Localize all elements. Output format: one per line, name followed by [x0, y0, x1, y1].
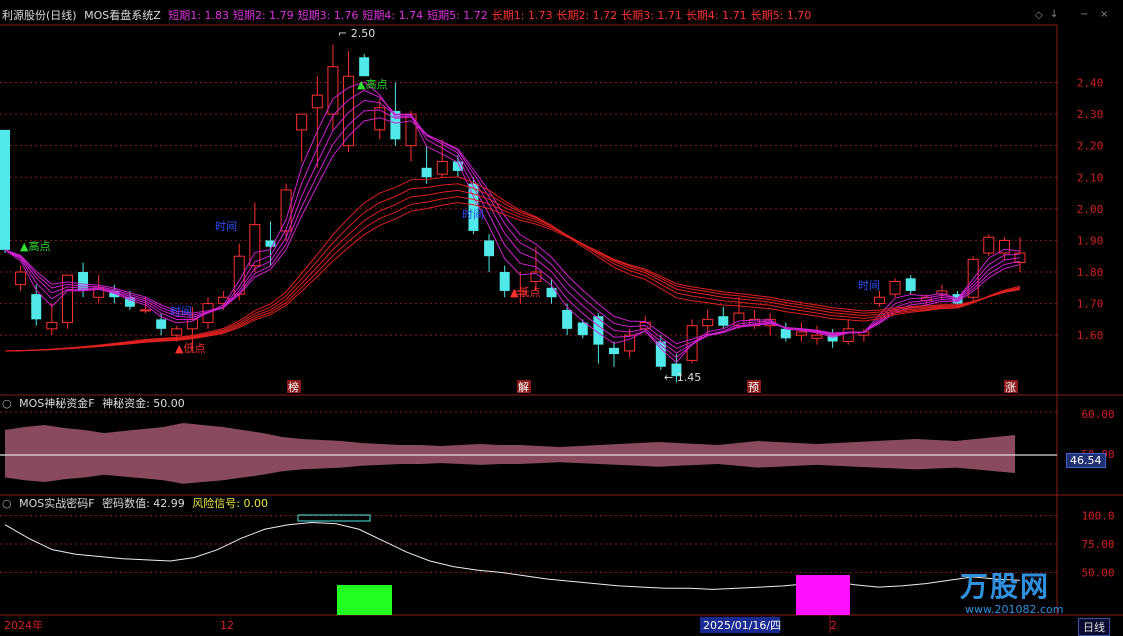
candle-body-1 [15, 271, 27, 286]
panel1-param-3: 短期4: 1.74 [362, 9, 424, 22]
mystery-fund-area [5, 423, 1015, 484]
xaxis-label-1: 12 [220, 619, 234, 632]
candle-body-35 [546, 287, 557, 298]
green-signal-block [337, 585, 392, 615]
low-marker-1: ▲低点 [175, 342, 205, 355]
short-ma-line-4 [4, 117, 1021, 345]
price-tick-1: 2.30 [1077, 108, 1104, 121]
candle-body-0 [0, 129, 10, 250]
time-label-2: 时间 [170, 305, 192, 318]
candle-body-46 [718, 316, 729, 326]
price-tick-4: 2.00 [1077, 203, 1104, 216]
logo-url: www.201082.com [965, 603, 1064, 616]
logo-text: 万股网 [960, 570, 1051, 603]
candle-body-56 [873, 296, 885, 305]
close-icon[interactable]: × [1100, 9, 1108, 20]
low-marker-2: ▲低点 [510, 286, 540, 299]
candle-body-57 [889, 280, 901, 295]
candle-body-9 [140, 309, 152, 312]
panel1-param-5: 长期1: 1.73 [491, 9, 553, 22]
panel1-header: 利源股份(日线) MOS看盘系统Z 短期1: 1.83 短期2: 1.79 短期3:… [2, 9, 819, 23]
panel1-param-9: 长期5: 1.70 [750, 9, 812, 22]
high-marker-1: ▲高点 [20, 239, 50, 253]
chart-canvas: 2.40 2.30 2.20 2.10 2.00 1.90 1.80 1.70 1.60 ⌐ 2.… [0, 24, 1123, 633]
bottom-tag-3: 涨 [1005, 381, 1016, 394]
price-tick-8: 1.60 [1077, 329, 1104, 342]
price-tick-6: 1.80 [1077, 266, 1104, 279]
candle-body-18 [280, 189, 292, 232]
magenta-signal-block [796, 575, 850, 615]
xaxis-current-date: 2025/01/16/四 [703, 619, 781, 632]
time-label-3: 时间 [462, 208, 484, 221]
candle-body-58 [905, 278, 916, 291]
candle-body-20 [311, 94, 323, 109]
panel2-tick-0: 60.00 [1081, 408, 1114, 421]
panel1-param-6: 长期2: 1.72 [556, 9, 618, 22]
time-label-1: 时间 [215, 220, 237, 233]
candle-body-54 [842, 328, 854, 342]
panel3-value: 密码数值: 42.99 [102, 497, 185, 510]
panel2-indicator-name: MOS神秘资金F [19, 397, 95, 410]
candle-body-51 [795, 331, 807, 336]
candle-body-50 [780, 328, 791, 339]
candle-body-3 [46, 322, 58, 330]
panel2-circle-icon[interactable]: ○ [2, 397, 12, 410]
xaxis-label-0: 2024年 [4, 618, 43, 632]
high-price-label: ⌐ 2.50 [338, 27, 375, 40]
candle-body-37 [577, 322, 588, 336]
candle-body-28 [436, 160, 448, 175]
price-tick-2: 2.20 [1077, 140, 1104, 153]
panel1-param-8: 长期4: 1.71 [685, 9, 747, 22]
candle-body-11 [171, 328, 183, 336]
candle-body-10 [156, 319, 167, 329]
panel2-value: 神秘资金: 50.00 [102, 397, 185, 410]
window-title: 利源股份(日线) [2, 9, 77, 22]
candle-body-39 [609, 347, 619, 355]
panel1-param-4: 短期5: 1.72 [427, 9, 488, 22]
diamond-icon[interactable]: ◇ [1035, 10, 1043, 21]
code-value-line [4, 521, 1021, 590]
candle-body-36 [562, 309, 573, 329]
panel1-indicator-name: MOS看盘系统Z [84, 9, 161, 22]
panel3-tick-2: 50.00 [1081, 566, 1114, 579]
candle-body-45 [702, 318, 714, 327]
price-tick-0: 2.40 [1077, 77, 1104, 90]
panel2-current-value: 46.54 [1066, 453, 1106, 468]
panel1-param-0: 短期1: 1.83 [168, 9, 229, 22]
panel3-risk: 风险信号: 0.00 [192, 497, 268, 510]
candle-body-27 [421, 167, 432, 178]
panel3-indicator-name: MOS实战密码F [19, 497, 95, 510]
candle-body-19 [296, 113, 308, 131]
bottom-tag-0: 榜 [288, 380, 299, 394]
price-tick-7: 1.70 [1077, 298, 1104, 311]
panel3-tick-1: 75.00 [1081, 538, 1114, 551]
candle-body-2 [31, 294, 42, 320]
high-marker-2: ▲高点 [357, 77, 387, 91]
candle-body-52 [811, 334, 823, 339]
panel1-param-7: 长期3: 1.71 [621, 9, 682, 22]
time-label-4: 时间 [858, 279, 880, 292]
candle-body-32 [499, 272, 510, 291]
panel3-header: ○ MOS实战密码F 密码数值: 42.99 风险信号: 0.00 [2, 497, 272, 511]
period-selector[interactable]: 日线 [1078, 618, 1110, 636]
top-signal-box [297, 514, 371, 522]
price-tick-3: 2.10 [1077, 171, 1104, 184]
panel2-header: ○ MOS神秘资金F 神秘资金: 50.00 [2, 397, 189, 411]
panel3-circle-icon[interactable]: ○ [2, 497, 12, 510]
candle-body-63 [983, 236, 995, 254]
cursor-icon[interactable]: ↓ [1050, 9, 1058, 20]
panel1-param-2: 短期3: 1.76 [297, 9, 359, 22]
price-tick-5: 1.90 [1077, 234, 1104, 247]
candle-body-23 [359, 57, 370, 77]
candle-body-31 [484, 240, 495, 257]
low-price-label: ← 1.45 [664, 371, 701, 384]
collapse-icon[interactable]: − [1080, 9, 1088, 20]
bottom-tag-1: 解 [518, 380, 529, 394]
xaxis-label-2: 2 [830, 619, 837, 632]
panel3-tick-0: 100.0 [1081, 510, 1114, 523]
panel1-param-1: 短期2: 1.79 [232, 9, 294, 22]
bottom-tag-2: 预 [748, 381, 759, 394]
